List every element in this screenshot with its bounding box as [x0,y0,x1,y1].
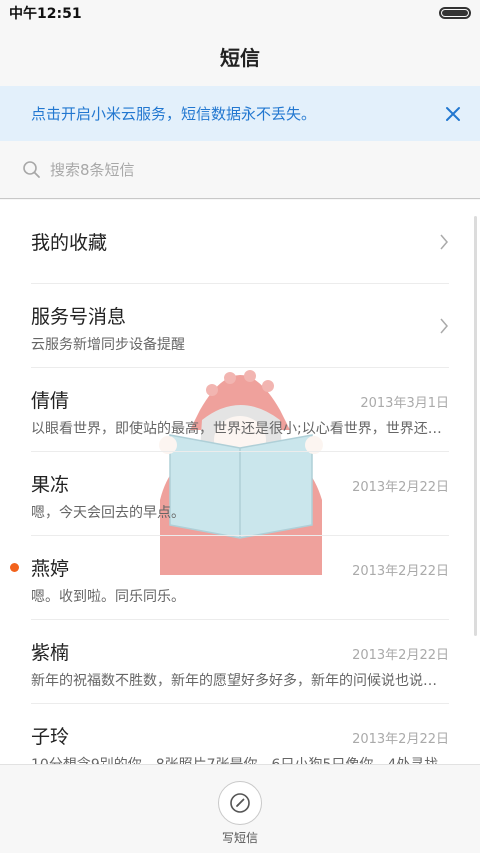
service-messages-row[interactable]: 服务号消息 云服务新增同步设备提醒 [31,284,449,368]
conversation-row[interactable]: 燕婷 2013年2月22日 嗯。收到啦。同乐同乐。 [10,536,449,620]
status-bar: 中午12:51 [0,0,480,26]
message-preview: 10分想念9别的你，8张照片7张是你，6只小狗5只像你，4处寻找 [31,754,449,764]
contact-name: 紫楠 [31,642,70,664]
message-date: 2013年2月22日 [352,480,449,495]
favorites-row[interactable]: 我的收藏 [31,200,449,284]
contact-name: 子玲 [31,726,70,748]
search-bar[interactable] [0,141,480,199]
message-preview: 嗯。收到啦。同乐同乐。 [31,589,185,605]
cloud-banner[interactable]: 点击开启小米云服务，短信数据永不丢失。 [0,86,480,141]
battery-icon [439,7,471,19]
status-time: 中午12:51 [9,6,82,22]
message-date: 2013年2月22日 [352,648,449,663]
message-preview: 嗯，今天会回去的早点。 [31,505,185,521]
compose-icon [230,793,250,813]
message-preview: 以眼看世界，即使站的最高，世界还是很小;以心看世界，世界还是很大 [31,421,449,437]
search-icon [22,160,42,180]
search-input[interactable] [50,160,430,179]
conversation-row[interactable]: 倩倩 2013年3月1日 以眼看世界，即使站的最高，世界还是很小;以心看世界，世… [31,368,449,452]
chevron-right-icon [440,318,448,333]
compose-label[interactable]: 写短信 [222,829,258,846]
title-bar: 短信 [0,26,480,86]
conversation-row[interactable]: 紫楠 2013年2月22日 新年的祝福数不胜数，新年的愿望好多好多，新年的问候说… [31,620,449,704]
unread-dot [10,563,19,572]
conversation-row[interactable]: 子玲 2013年2月22日 10分想念9别的你，8张照片7张是你，6只小狗5只像… [31,704,449,764]
message-date: 2013年3月1日 [360,396,449,411]
scrollbar[interactable] [474,216,477,636]
contact-name: 燕婷 [31,558,70,580]
bottom-bar: 写短信 [0,764,480,853]
contact-name: 倩倩 [31,390,70,412]
service-subtitle: 云服务新增同步设备提醒 [31,337,185,353]
message-date: 2013年2月22日 [352,732,449,747]
message-date: 2013年2月22日 [352,564,449,579]
chevron-right-icon [440,234,448,249]
message-list[interactable]: 我的收藏 服务号消息 云服务新增同步设备提醒 倩倩 2013年3月1日 以眼看世… [0,200,480,764]
message-preview: 新年的祝福数不胜数，新年的愿望好多好多，新年的问候说也说不完 [31,673,449,689]
contact-name: 果冻 [31,474,70,496]
service-label: 服务号消息 [31,306,127,328]
favorites-label: 我的收藏 [31,232,108,254]
banner-text[interactable]: 点击开启小米云服务，短信数据永不丢失。 [31,103,316,124]
conversation-row[interactable]: 果冻 2013年2月22日 嗯，今天会回去的早点。 [31,452,449,536]
page-title: 短信 [220,45,260,70]
compose-button[interactable] [218,781,262,825]
close-icon[interactable] [442,103,464,125]
